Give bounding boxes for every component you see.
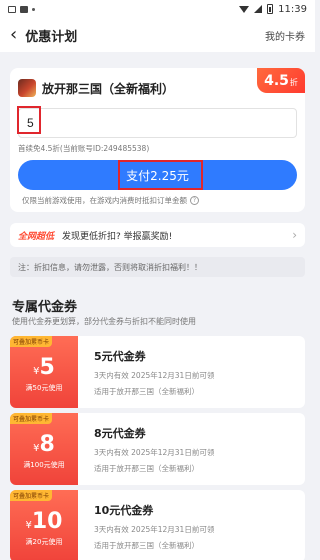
pay-highlight-box <box>118 160 203 190</box>
status-time: 11:39 <box>278 3 307 15</box>
discount-value: 4.5 <box>264 72 289 89</box>
coupon-amount: 8 <box>39 432 55 457</box>
coupon-value: ¥8 <box>33 434 55 456</box>
discount-unit: 折 <box>289 78 298 87</box>
coupon-min-spend: 满100元使用 <box>23 461 65 469</box>
notice-banner: 注：折扣信息，请勿泄露，否则将取消折扣福利！！ <box>10 257 305 277</box>
account-info: 首续免4.5折(当前账号ID:249485538) <box>18 144 150 153</box>
input-highlight-box <box>17 106 41 134</box>
coupon-amount: 5 <box>39 355 55 380</box>
pay-note-text: 仅限当前游戏使用，在游戏内消费时抵扣订单金额 <box>22 196 187 205</box>
coupon-tag: 可叠加累币卡 <box>10 336 53 347</box>
header: ‹ 优惠计划 我的卡券 <box>0 18 315 52</box>
help-icon[interactable]: ? <box>190 196 199 205</box>
coupon-title: 10元代金券 <box>94 504 154 517</box>
report-text: 发现更低折扣? 举报赢奖励! <box>62 231 173 242</box>
notification-icon <box>8 5 16 13</box>
status-icons-left <box>8 5 35 13</box>
section-subtitle: 使用代金券更划算，部分代金券与折扣不能同时使用 <box>12 317 196 326</box>
coupon-title: 8元代金券 <box>94 427 146 440</box>
pay-note: 仅限当前游戏使用，在游戏内消费时抵扣订单金额 ? <box>22 195 199 206</box>
battery-icon <box>267 4 274 14</box>
status-icons-right: 11:39 <box>239 4 307 15</box>
chevron-right-icon: › <box>292 228 297 242</box>
coupon-title: 5元代金券 <box>94 350 146 363</box>
dot-icon <box>32 7 35 11</box>
coupon-details: 5元代金券 3天内有效 2025年12月31日前可领 适用于放开那三国（全新福利… <box>94 348 214 397</box>
coupon-tag: 可叠加累币卡 <box>10 413 53 424</box>
amount-input[interactable]: 5 <box>18 108 297 138</box>
image-icon <box>20 5 28 13</box>
coupon-validity: 3天内有效 2025年12月31日前可领 <box>94 448 215 457</box>
coupon-details: 10元代金券 3天内有效 2025年12月31日前可领 适用于放开那三国（全新福… <box>94 502 214 551</box>
discount-badge: 4.5 折 <box>257 68 305 93</box>
pay-card: 4.5 折 放开那三国（全新福利） 5 首续免4.5折(当前账号ID:249485… <box>10 68 305 212</box>
page-title: 优惠计划 <box>25 29 78 45</box>
game-icon <box>18 79 36 97</box>
coupon-value: ¥5 <box>33 357 55 379</box>
coupon-min-spend: 满50元使用 <box>25 384 63 392</box>
coupon-card[interactable]: 可叠加累币卡 ¥8 满100元使用 8元代金券 3天内有效 2025年12月31… <box>10 413 305 485</box>
my-coupons-link[interactable]: 我的卡券 <box>265 28 305 43</box>
report-row[interactable]: 全网超低 发现更低折扣? 举报赢奖励! › <box>10 223 305 247</box>
coupon-value-panel: 可叠加累币卡 ¥10 满20元使用 <box>10 490 78 560</box>
coupon-tag: 可叠加累币卡 <box>10 490 53 501</box>
coupon-card[interactable]: 可叠加累币卡 ¥5 满50元使用 5元代金券 3天内有效 2025年12月31日… <box>10 336 305 408</box>
coupon-details: 8元代金券 3天内有效 2025年12月31日前可领 适用于放开那三国（全新福利… <box>94 425 214 474</box>
game-name: 放开那三国（全新福利） <box>42 81 175 96</box>
game-row: 放开那三国（全新福利） <box>18 79 174 97</box>
coupon-min-spend: 满20元使用 <box>25 538 63 546</box>
report-logo: 全网超低 <box>18 231 55 242</box>
coupon-validity: 3天内有效 2025年12月31日前可领 <box>94 371 215 380</box>
chevron-left-icon[interactable]: ‹ <box>10 26 17 44</box>
coupon-validity: 3天内有效 2025年12月31日前可领 <box>94 525 215 534</box>
coupon-value-panel: 可叠加累币卡 ¥5 满50元使用 <box>10 336 78 408</box>
coupon-amount: 10 <box>31 509 63 534</box>
notice-text: 注：折扣信息，请勿泄露，否则将取消折扣福利！！ <box>18 262 202 272</box>
signal-icon <box>254 5 263 13</box>
coupon-card[interactable]: 可叠加累币卡 ¥10 满20元使用 10元代金券 3天内有效 2025年12月3… <box>10 490 305 560</box>
section-title: 专属代金券 <box>12 300 78 315</box>
coupon-scope: 适用于放开那三国（全新福利） <box>94 541 199 550</box>
coupon-value: ¥10 <box>26 511 63 533</box>
coupon-scope: 适用于放开那三国（全新福利） <box>94 387 199 396</box>
wifi-icon <box>239 5 250 13</box>
status-bar: 11:39 <box>0 0 315 18</box>
coupon-value-panel: 可叠加累币卡 ¥8 满100元使用 <box>10 413 78 485</box>
coupon-scope: 适用于放开那三国（全新福利） <box>94 464 199 473</box>
